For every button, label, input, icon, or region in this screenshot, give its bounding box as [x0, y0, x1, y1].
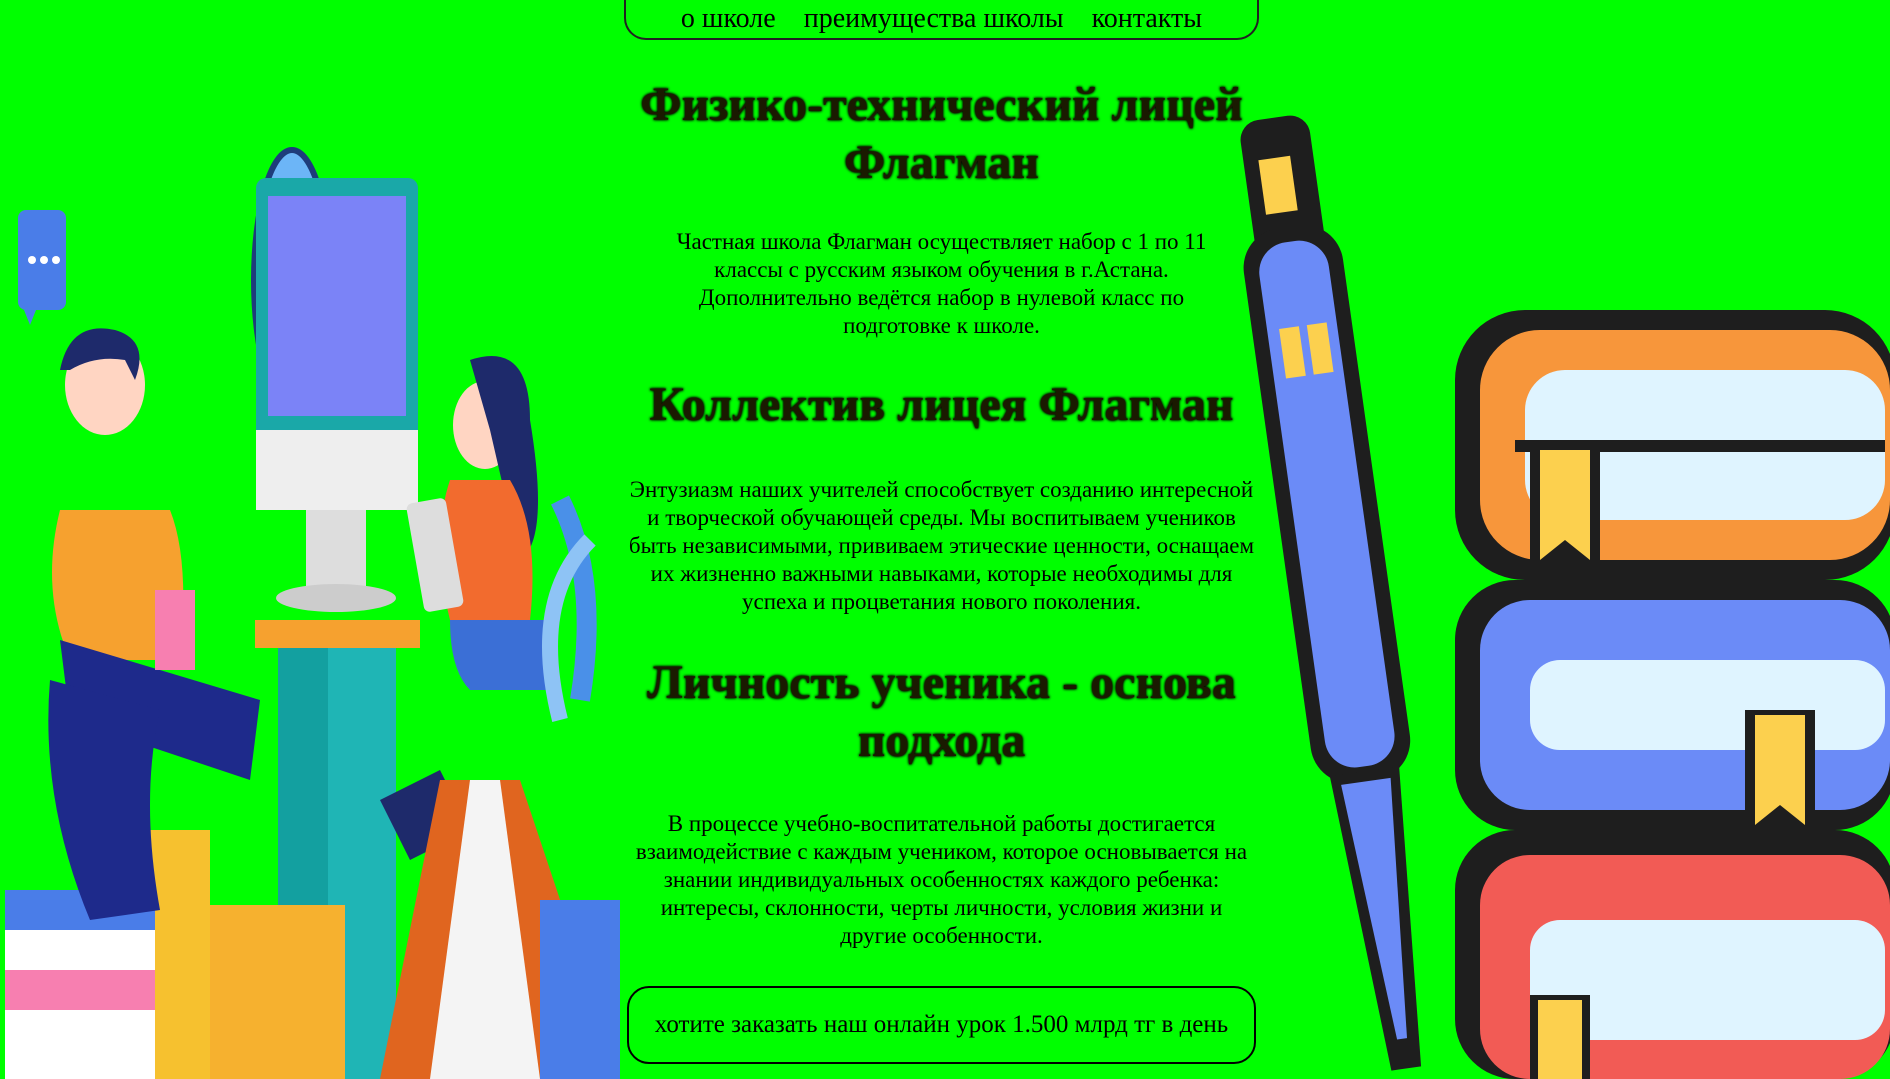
top-nav: о школе преимущества школы контакты	[624, 0, 1259, 40]
nav-item-about[interactable]: о школе	[681, 0, 776, 38]
page-title: Физико-технический лицей Флагман	[640, 78, 1243, 189]
team-text: Энтузиазм наших учителей способствует со…	[628, 477, 1255, 614]
books-pen-illustration	[1240, 115, 1890, 1079]
computer-monitor-icon	[256, 178, 418, 612]
order-lesson-button[interactable]: хотите заказать наш онлайн урок 1.500 мл…	[627, 986, 1256, 1064]
nav-item-advantages[interactable]: преимущества школы	[804, 0, 1064, 38]
pen-icon	[1240, 115, 1422, 1071]
nav-item-contacts[interactable]: контакты	[1092, 0, 1202, 38]
intro-text: Частная школа Флагман осуществляет набор…	[676, 229, 1207, 338]
team-heading: Коллектив лицея Флагман	[649, 378, 1234, 431]
main-content: о школе преимущества школы контакты Физи…	[624, 0, 1259, 1079]
chat-bubble-icon	[18, 210, 66, 325]
approach-text: В процессе учебно-воспитательной работы …	[635, 811, 1248, 948]
approach-heading: Личность ученика - основа подхода	[647, 656, 1236, 767]
students-illustration	[5, 147, 620, 1079]
books-stack-icon	[1455, 310, 1890, 1079]
